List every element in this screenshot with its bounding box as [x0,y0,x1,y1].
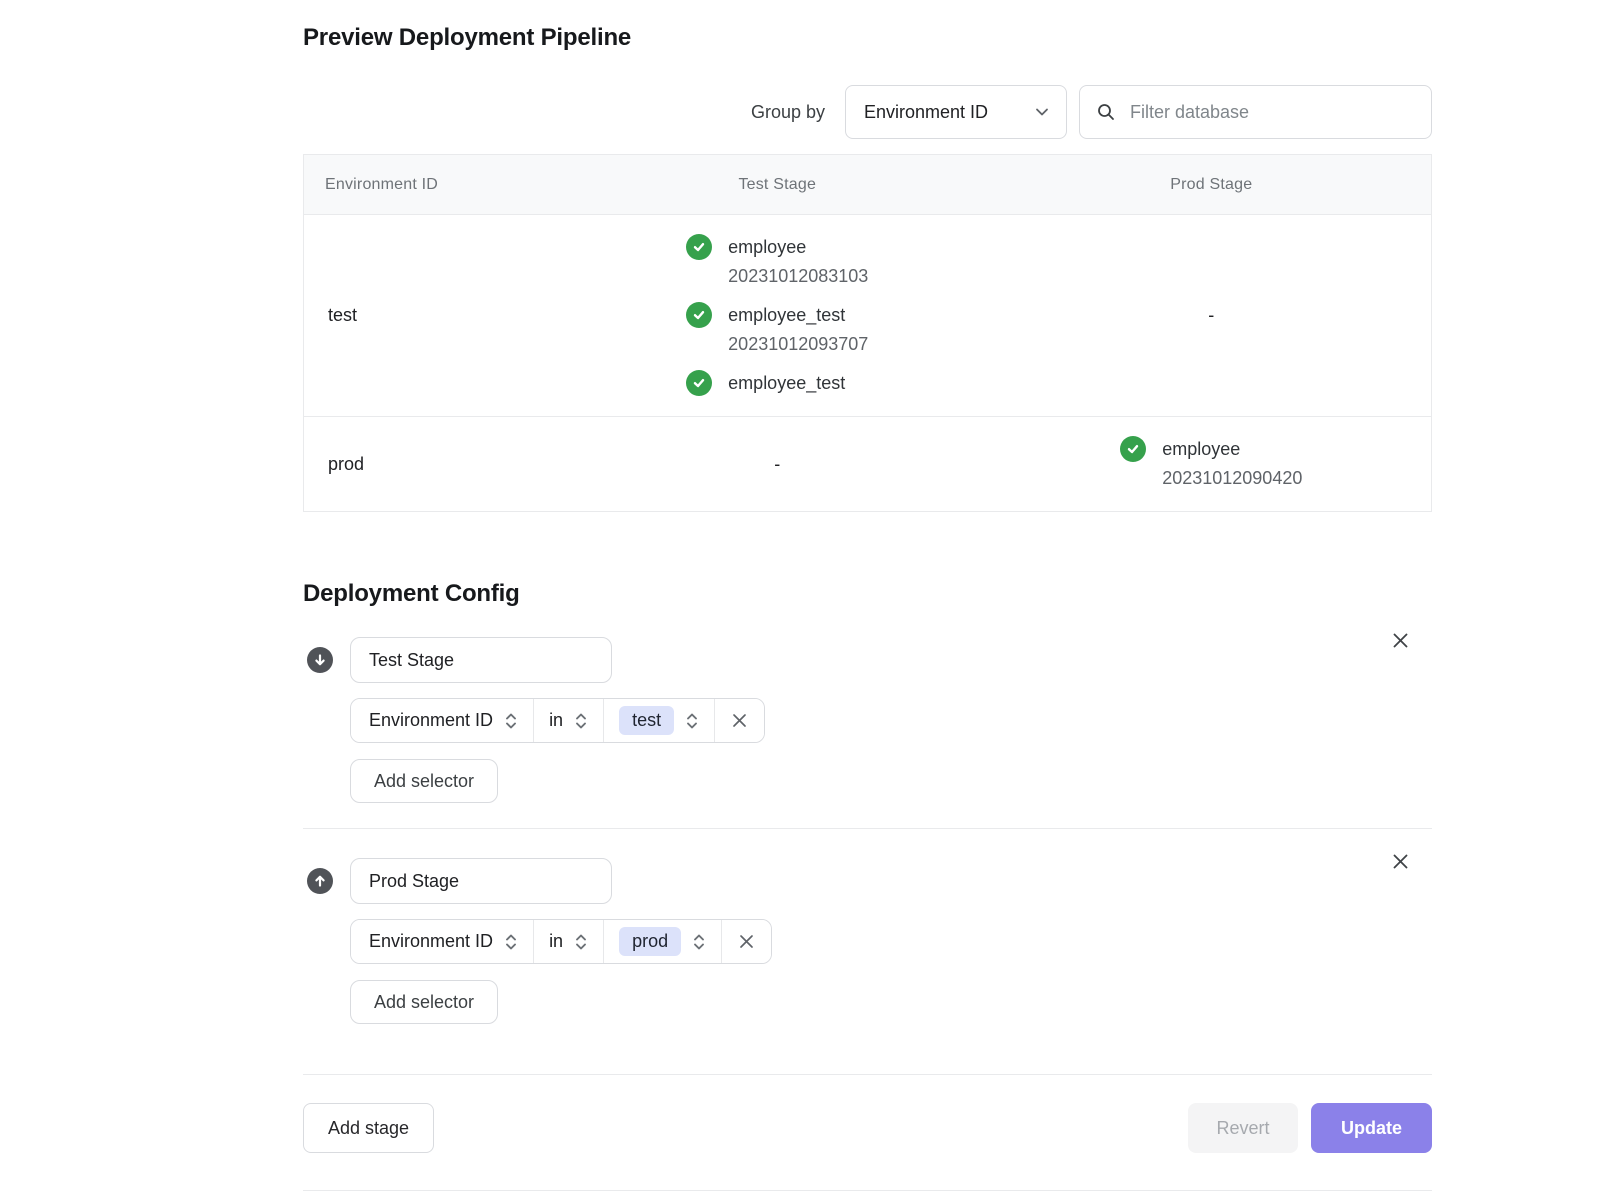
chevron-up-down-icon [504,932,518,952]
add-selector-button[interactable]: Add selector [350,980,498,1024]
prod-stage-cell: employee 20231012090420 [992,417,1432,512]
column-header-environment-id: Environment ID [304,155,563,215]
selector-key-select[interactable]: Environment ID [351,920,534,963]
selector-key-value: Environment ID [369,931,493,952]
selector-key-select[interactable]: Environment ID [351,699,534,742]
column-header-prod-stage: Prod Stage [992,155,1432,215]
footer-actions: Revert Update [1188,1103,1432,1153]
success-check-icon [686,370,712,396]
deployment-list: employee 20231012083103 employee_test 20… [686,233,868,398]
deployment-version: 20231012093707 [728,330,868,359]
selector-row: Environment ID in prod [350,919,772,964]
add-selector-button[interactable]: Add selector [350,759,498,803]
pipeline-table: Environment ID Test Stage Prod Stage tes… [303,154,1432,512]
remove-stage-button[interactable] [1388,628,1412,652]
page-title: Preview Deployment Pipeline [303,0,1432,52]
selector-operator-value: in [549,931,563,952]
chevron-up-down-icon [574,711,588,731]
selector-operator-select[interactable]: in [534,920,604,963]
deployment-list: employee 20231012090420 [1120,435,1302,493]
success-check-icon [1120,436,1146,462]
group-by-label: Group by [751,102,825,123]
stage-header [303,858,1432,904]
chevron-up-down-icon [685,711,699,731]
stage-config-test: Environment ID in test [303,608,1432,828]
stage-config-prod: Environment ID in prod [303,828,1432,1049]
arrow-up-circle-icon [307,868,333,894]
remove-stage-button[interactable] [1388,849,1412,873]
deployment-name: employee [1162,435,1302,464]
add-stage-button[interactable]: Add stage [303,1103,434,1153]
chevron-down-icon [1034,104,1050,120]
selector-value-select[interactable]: prod [604,920,722,963]
environment-id-cell: test [304,215,563,417]
deployment-item: employee 20231012090420 [1120,435,1302,493]
test-stage-cell: employee 20231012083103 employee_test 20… [563,215,992,417]
main-content: Preview Deployment Pipeline Group by Env… [303,0,1432,1191]
deployment-version: 20231012083103 [728,262,868,291]
config-footer: Add stage Revert Update [303,1074,1432,1153]
chevron-up-down-icon [692,932,706,952]
selector-value-badge: test [619,706,674,735]
column-header-test-stage: Test Stage [563,155,992,215]
remove-selector-button[interactable] [715,699,764,742]
search-icon [1096,102,1116,122]
stage-header [303,637,1432,683]
remove-selector-button[interactable] [722,920,771,963]
chevron-up-down-icon [504,711,518,731]
group-by-selected-value: Environment ID [864,102,988,123]
empty-stage-placeholder: - [774,454,780,474]
test-stage-cell: - [563,417,992,512]
bottom-divider [303,1190,1432,1191]
prod-stage-cell: - [992,215,1432,417]
deployment-name: employee_test [728,369,845,398]
deployment-item: employee_test [686,369,845,398]
deployment-item: employee_test 20231012093707 [686,301,868,359]
chevron-up-down-icon [574,932,588,952]
selector-value-badge: prod [619,927,681,956]
selector-key-value: Environment ID [369,710,493,731]
update-button[interactable]: Update [1311,1103,1432,1153]
selector-value-select[interactable]: test [604,699,715,742]
success-check-icon [686,302,712,328]
table-row: prod - employee 20231012090420 [304,417,1432,512]
environment-id-cell: prod [304,417,563,512]
group-by-dropdown[interactable]: Environment ID [845,85,1067,139]
deployment-name: employee_test [728,301,868,330]
arrow-down-circle-icon [307,647,333,673]
deployment-version: 20231012090420 [1162,464,1302,493]
selector-operator-value: in [549,710,563,731]
empty-stage-placeholder: - [1208,305,1214,325]
table-row: test employee 20231012083103 [304,215,1432,417]
deployment-config-heading: Deployment Config [303,580,1432,608]
revert-button[interactable]: Revert [1188,1103,1298,1153]
deployment-item: employee 20231012083103 [686,233,868,291]
selector-row: Environment ID in test [350,698,765,743]
table-controls: Group by Environment ID [303,85,1432,139]
stage-title-input[interactable] [350,637,612,683]
filter-search-box[interactable] [1079,85,1432,139]
filter-database-input[interactable] [1128,101,1415,124]
deployment-name: employee [728,233,868,262]
stage-title-input[interactable] [350,858,612,904]
pipeline-table-header-row: Environment ID Test Stage Prod Stage [304,155,1432,215]
selector-operator-select[interactable]: in [534,699,604,742]
success-check-icon [686,234,712,260]
